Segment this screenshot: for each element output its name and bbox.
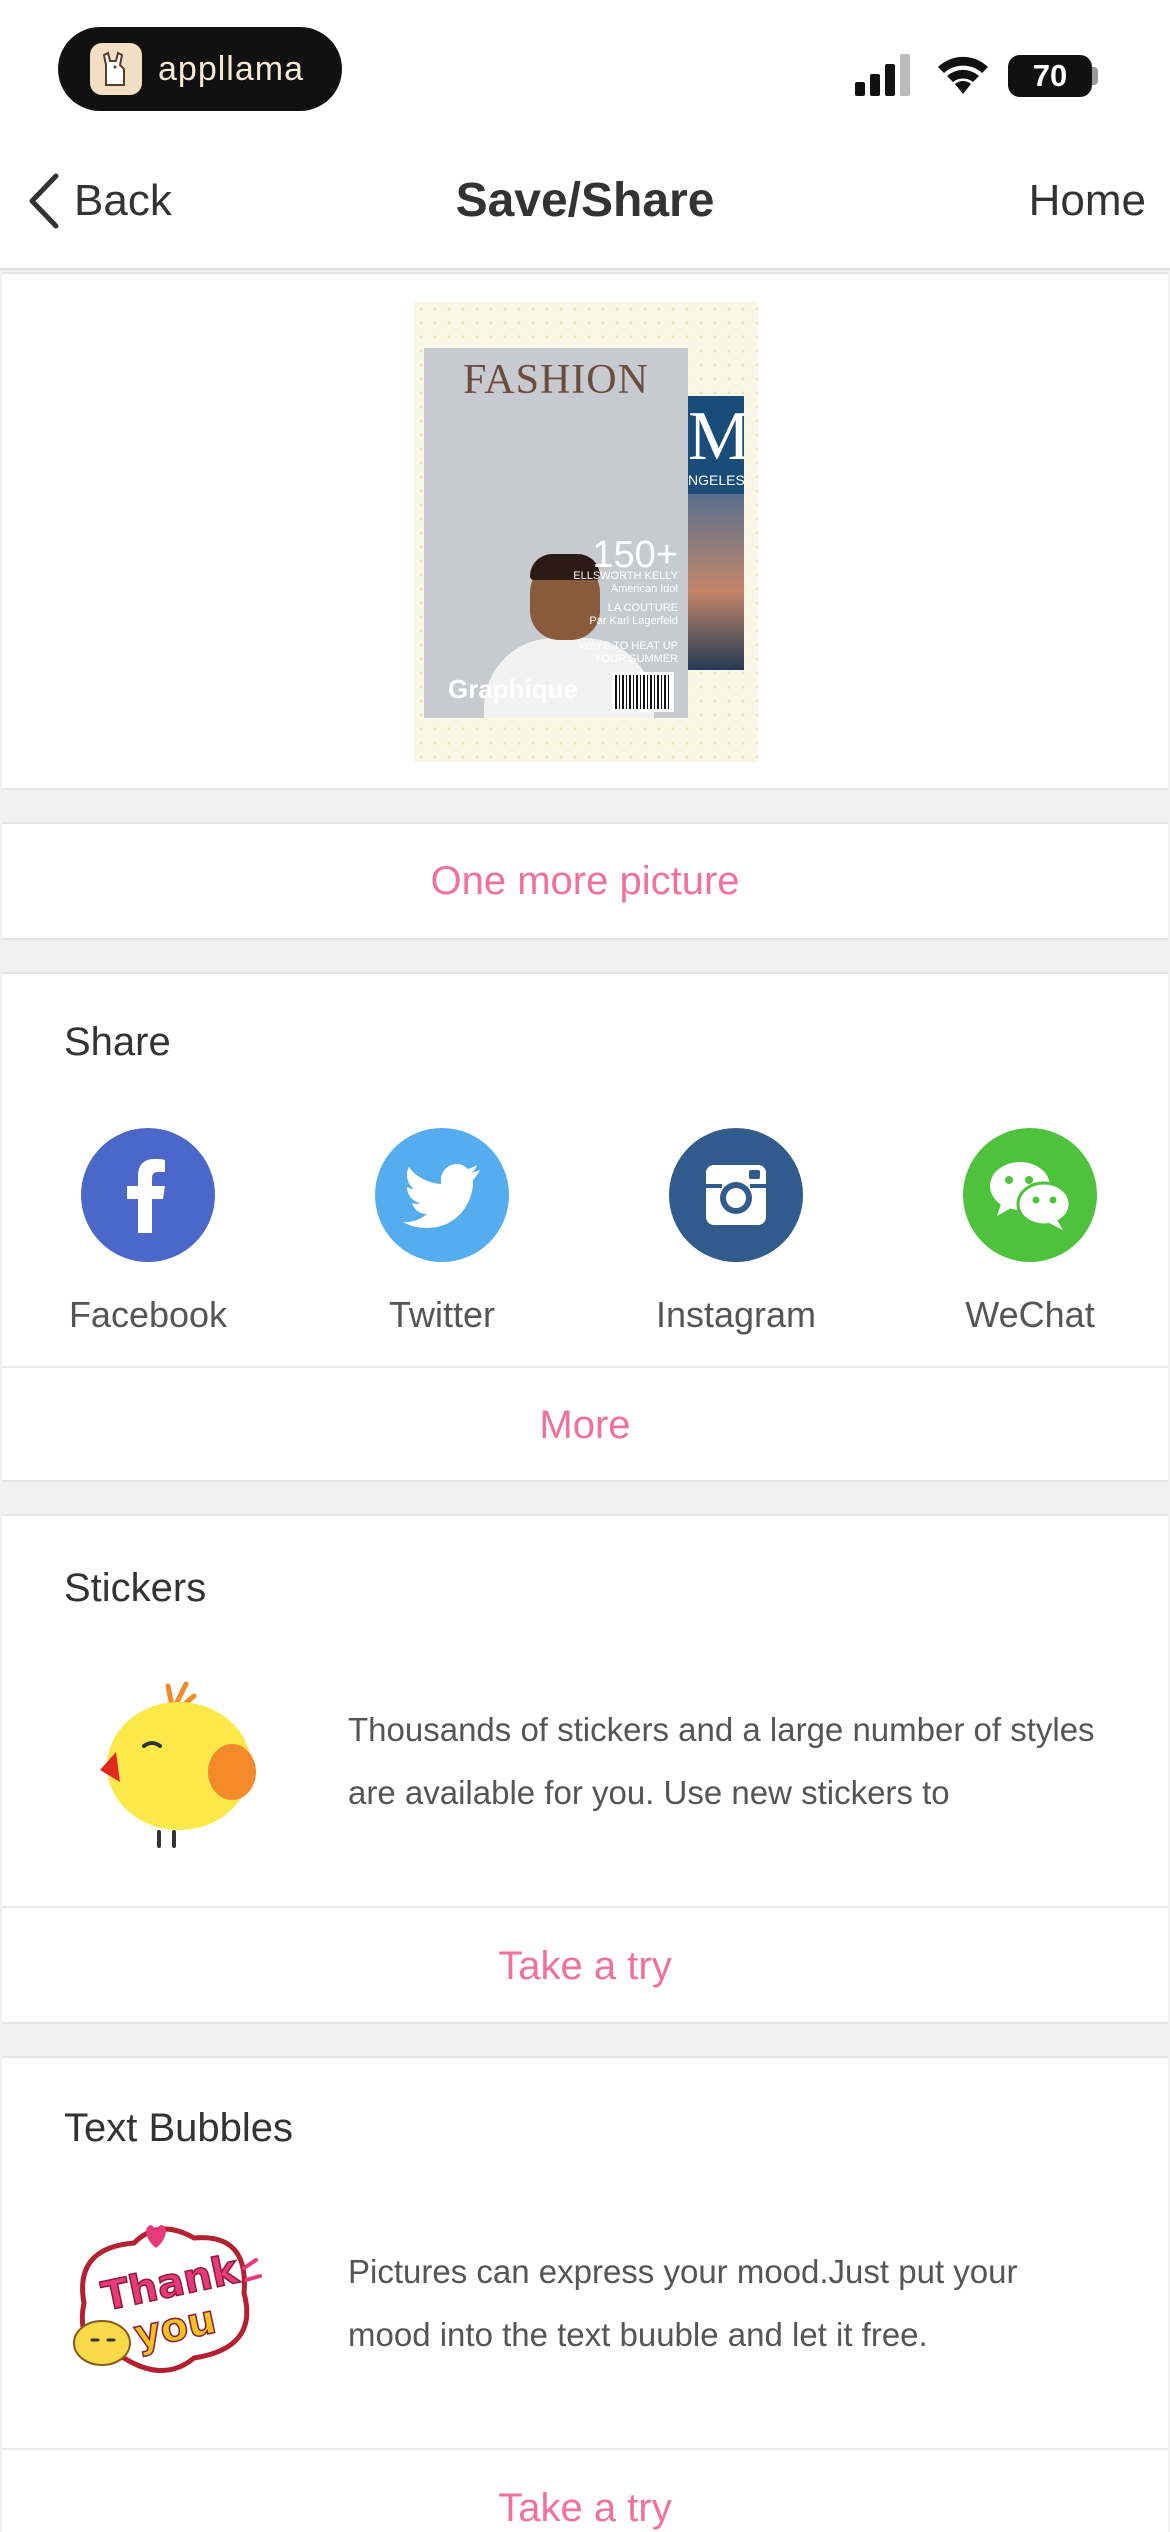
saved-image-preview[interactable]: M NGELES FASHION 150+ ELLSWORTH KELLY Am…	[414, 302, 758, 762]
cover-line: LA COUTURE	[607, 602, 678, 614]
twitter-icon	[375, 1128, 509, 1262]
share-facebook-button[interactable]: Facebook	[38, 1128, 258, 1336]
cover-line: ELLSWORTH KELLY	[573, 570, 678, 582]
facebook-icon	[81, 1128, 215, 1262]
page-title: Save/Share	[455, 174, 715, 227]
share-section-title: Share	[64, 1020, 171, 1064]
back-cover-photo	[684, 494, 744, 670]
share-wechat-label: WeChat	[965, 1294, 1095, 1335]
barcode	[612, 672, 674, 712]
more-share-button[interactable]: More	[2, 1368, 1168, 1482]
stickers-section: Stickers Thousands of stickers and a lar…	[2, 1514, 1168, 2024]
front-magazine-cover: FASHION 150+ ELLSWORTH KELLY American Id…	[424, 348, 688, 718]
app-badge[interactable]: appllama	[58, 27, 342, 111]
back-button[interactable]: Back	[26, 166, 172, 236]
stickers-take-a-try-label: Take a try	[498, 1943, 672, 1988]
text-bubbles-section-title: Text Bubbles	[64, 2106, 294, 2150]
stickers-take-a-try-button[interactable]: Take a try	[2, 1908, 1168, 2024]
share-twitter-button[interactable]: Twitter	[332, 1128, 552, 1336]
cover-line: Par Karl Lagerfeld	[589, 615, 678, 627]
cover-lines: ELLSWORTH KELLY American Idol LA COUTURE…	[558, 570, 678, 666]
more-share-label: More	[539, 1402, 631, 1447]
instagram-icon	[669, 1128, 803, 1262]
chevron-left-icon	[29, 173, 59, 229]
text-bubbles-section: Text Bubbles Thank you Pictures can expr…	[2, 2056, 1168, 2532]
yellow-chick-sticker-icon	[100, 1681, 256, 1848]
back-cover-text: NGELES	[688, 472, 744, 488]
thank-you-bubble-icon: Thank you	[73, 2225, 262, 2373]
share-options: Facebook Twitter Instagram WeChat	[2, 1128, 1168, 1348]
share-instagram-label: Instagram	[655, 1294, 817, 1335]
back-magazine-cover: M NGELES	[684, 396, 744, 670]
share-section: Share Facebook Twitter Instagram WeChat …	[2, 972, 1168, 1482]
one-more-picture-label: One more picture	[430, 858, 740, 903]
text-bubbles-take-a-try-label: Take a try	[498, 2485, 672, 2530]
cellular-signal-icon	[855, 54, 910, 96]
stickers-section-title: Stickers	[64, 1566, 207, 1610]
battery-indicator: 70	[1008, 55, 1092, 97]
home-button[interactable]: Home	[1029, 166, 1146, 236]
text-bubbles-description: Pictures can express your mood.Just put …	[348, 2253, 1018, 2353]
battery-cap	[1092, 67, 1098, 85]
share-instagram-button[interactable]: Instagram	[626, 1128, 846, 1336]
cover-line: YOUR SUMMER	[594, 653, 678, 665]
llama-logo-icon	[90, 43, 142, 95]
share-facebook-label: Facebook	[68, 1294, 228, 1335]
navigation-bar: Save/Share Back Home	[0, 140, 1170, 270]
wifi-icon	[938, 56, 988, 94]
share-twitter-label: Twitter	[388, 1294, 495, 1335]
magazine-title: FASHION	[463, 357, 649, 403]
one-more-picture-button[interactable]: One more picture	[2, 822, 1168, 940]
status-bar: appllama 70	[0, 0, 1170, 140]
cover-brand: Graphique	[448, 674, 579, 704]
preview-card: M NGELES FASHION 150+ ELLSWORTH KELLY Am…	[2, 272, 1168, 790]
share-wechat-button[interactable]: WeChat	[920, 1128, 1140, 1336]
app-badge-label: appllama	[158, 49, 304, 88]
back-button-label: Back	[74, 176, 172, 225]
text-bubbles-take-a-try-button[interactable]: Take a try	[2, 2450, 1168, 2532]
back-cover-letter: M	[688, 398, 744, 475]
wechat-icon	[963, 1128, 1097, 1262]
cover-line: American Idol	[610, 583, 678, 595]
cover-line: WAYS TO HEAT UP	[579, 640, 678, 652]
stickers-description: Thousands of stickers and a large number…	[348, 1711, 1095, 1811]
